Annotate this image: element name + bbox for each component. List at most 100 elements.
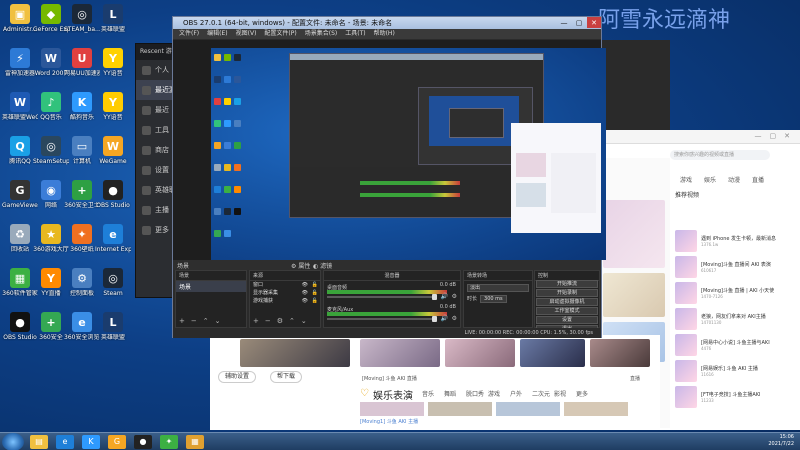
stream-thumbnail[interactable] [520, 339, 585, 367]
stream-thumbnail[interactable] [590, 339, 650, 367]
browser-nav-item[interactable]: 直播 [752, 175, 764, 184]
browser-nav-item[interactable]: 游戏 [680, 175, 692, 184]
source-item[interactable]: 显示器采集 👁 🔓 [250, 289, 320, 297]
live-stream-browser[interactable]: 辅助设置 帮下载 [Moving] 斗鱼 AKI 直播 直播 ♡ 娱乐表演 音乐… [210, 335, 660, 430]
feed-item[interactable]: [网易娱乐] 斗鱼 AKI 主播 11616 [675, 360, 800, 382]
360-icon[interactable]: ✦ [160, 435, 178, 449]
feed-item[interactable]: [Moving]斗鱼 直播间 AKI 表演 610617 [675, 256, 800, 278]
minimize-icon[interactable]: — [755, 132, 762, 140]
filters-button[interactable]: ◐ 滤镜 [313, 261, 332, 270]
visibility-eye-icon[interactable]: 👁 [302, 281, 308, 289]
category-tab[interactable]: 影视 [554, 389, 566, 398]
close-icon[interactable]: ✕ [587, 17, 601, 28]
desktop-shortcut[interactable]: ● OBS Studio [95, 180, 131, 209]
obs-menu-item[interactable]: 配置文件(P) [264, 29, 296, 39]
speaker-icon[interactable]: 🔊 [441, 315, 448, 322]
down-icon[interactable]: ⌄ [215, 317, 221, 325]
stream-thumbnail[interactable] [564, 402, 628, 416]
studio-mode-button[interactable]: 工作室模式 [536, 307, 598, 315]
feed-item[interactable]: 老狼，网友们拿来对 AKI主播 14701130 [675, 308, 800, 330]
explorer-icon[interactable]: ▤ [30, 435, 48, 449]
browser-nav-item[interactable]: 娱乐 [704, 175, 716, 184]
video-thumbnail[interactable] [603, 273, 665, 317]
kugou-icon[interactable]: K [82, 435, 100, 449]
stream-thumbnail[interactable] [360, 402, 424, 416]
add-icon[interactable]: + [253, 317, 259, 325]
stream-footer-link[interactable]: [Moving1] 斗鱼 AKI 主播 [360, 418, 418, 425]
browser-nav-item[interactable]: 动漫 [728, 175, 740, 184]
desktop-shortcut[interactable]: W WeGame [95, 136, 131, 165]
category-tab[interactable]: 脱口秀 [466, 389, 484, 398]
stream-thumbnail[interactable] [428, 402, 492, 416]
obs-menu-item[interactable]: 工具(T) [345, 29, 365, 39]
visibility-eye-icon[interactable]: 👁 [302, 297, 308, 305]
remove-icon[interactable]: − [265, 317, 271, 325]
volume-slider-handle[interactable] [432, 294, 437, 300]
desktop-shortcut[interactable]: Y YY语音 [95, 48, 131, 77]
remove-icon[interactable]: − [191, 317, 197, 325]
category-tab[interactable]: 舞蹈 [444, 389, 456, 398]
feed-item[interactable]: [Moving]斗鱼 直播 | AKI 小天使 1470-7126 [675, 282, 800, 304]
minimize-icon[interactable]: — [557, 17, 571, 28]
category-tab[interactable]: 更多 [576, 389, 588, 398]
source-item[interactable]: 窗口 👁 🔓 [250, 281, 320, 289]
start-virtual-camera-button[interactable]: 启动虚拟摄像机 [536, 298, 598, 306]
category-tab[interactable]: 二次元 [532, 389, 550, 398]
feed-item[interactable]: 遇到 iPhone 发生卡顿，最新消息 1376.1w [675, 230, 800, 252]
obs-titlebar[interactable]: OBS 27.0.1 (64-bit, windows) - 配置文件: 未命名… [173, 17, 601, 29]
system-tray-clock[interactable]: 15:06 2021/7/22 [768, 434, 794, 448]
obs-menu-item[interactable]: 编辑(E) [207, 29, 227, 39]
add-icon[interactable]: + [179, 317, 185, 325]
desktop-shortcut[interactable]: L 英雄联盟 [95, 312, 131, 341]
gear-icon[interactable]: ⚙ [452, 293, 457, 300]
video-thumbnail[interactable] [603, 200, 665, 268]
volume-slider-handle[interactable] [432, 316, 437, 322]
transition-select[interactable]: 淡出 [467, 284, 529, 292]
browser-window-controls[interactable]: — ▢ ✕ [755, 132, 791, 140]
folder-icon[interactable]: ▦ [186, 435, 204, 449]
feed-item[interactable]: [网易中心小说] 斗鱼主播与AKI 4476 [675, 334, 800, 356]
obs-menu-item[interactable]: 视图(V) [236, 29, 257, 39]
visibility-eye-icon[interactable]: 👁 [302, 289, 308, 297]
volume-slider[interactable] [327, 294, 437, 300]
obs-icon[interactable]: ● [134, 435, 152, 449]
start-button[interactable] [2, 433, 24, 450]
gear-icon[interactable]: ⚙ [277, 317, 283, 325]
properties-button[interactable]: ⚙ 属性 [291, 261, 310, 270]
start-streaming-button[interactable]: 开始推流 [536, 280, 598, 288]
duration-input[interactable]: 300 ms [480, 295, 507, 303]
up-icon[interactable]: ⌃ [289, 317, 295, 325]
feed-item[interactable]: [FT电子竞技] 斗鱼主播AKI 11233 [675, 386, 800, 408]
stream-thumbnail[interactable] [445, 339, 515, 367]
obs-menu-item[interactable]: 文件(F) [179, 29, 199, 39]
obs-preview[interactable] [173, 40, 606, 260]
stream-thumbnail[interactable] [360, 339, 440, 367]
lock-icon[interactable]: 🔓 [312, 281, 318, 289]
obs-menu-item[interactable]: 帮助(H) [374, 29, 395, 39]
obs-window[interactable]: OBS 27.0.1 (64-bit, windows) - 配置文件: 未命名… [172, 16, 606, 338]
ie-icon[interactable]: e [56, 435, 74, 449]
speaker-icon[interactable]: 🔊 [441, 293, 448, 300]
category-tab[interactable]: 游戏 [488, 389, 500, 398]
maximize-icon[interactable]: ▢ [572, 17, 586, 28]
lock-icon[interactable]: 🔓 [312, 289, 318, 297]
wegame-icon[interactable]: G [108, 435, 126, 449]
settings-button[interactable]: 设置 [536, 316, 598, 324]
desktop-shortcut[interactable]: e Internet Explorer [95, 224, 131, 253]
lock-icon[interactable]: 🔓 [312, 297, 318, 305]
category-tab[interactable]: 户外 [510, 389, 522, 398]
stream-thumbnail[interactable] [240, 339, 350, 367]
volume-slider[interactable] [327, 316, 437, 322]
search-input[interactable]: 搜索你感兴趣的视频或直播 [670, 150, 770, 160]
obs-menu-item[interactable]: 场景集合(S) [305, 29, 338, 39]
desktop-shortcut[interactable]: Y YY语音 [95, 92, 131, 121]
stream-thumbnail[interactable] [496, 402, 560, 416]
category-tab[interactable]: 音乐 [422, 389, 434, 398]
scene-item[interactable]: 场景 [176, 281, 246, 292]
desktop-shortcut[interactable]: L 英雄联盟 [95, 4, 131, 33]
download-button[interactable]: 帮下载 [270, 371, 303, 383]
source-item[interactable]: 游戏捕获 👁 🔓 [250, 297, 320, 305]
close-icon[interactable]: ✕ [784, 132, 790, 140]
up-icon[interactable]: ⌃ [203, 317, 209, 325]
desktop-shortcut[interactable]: ◎ Steam [95, 268, 131, 297]
